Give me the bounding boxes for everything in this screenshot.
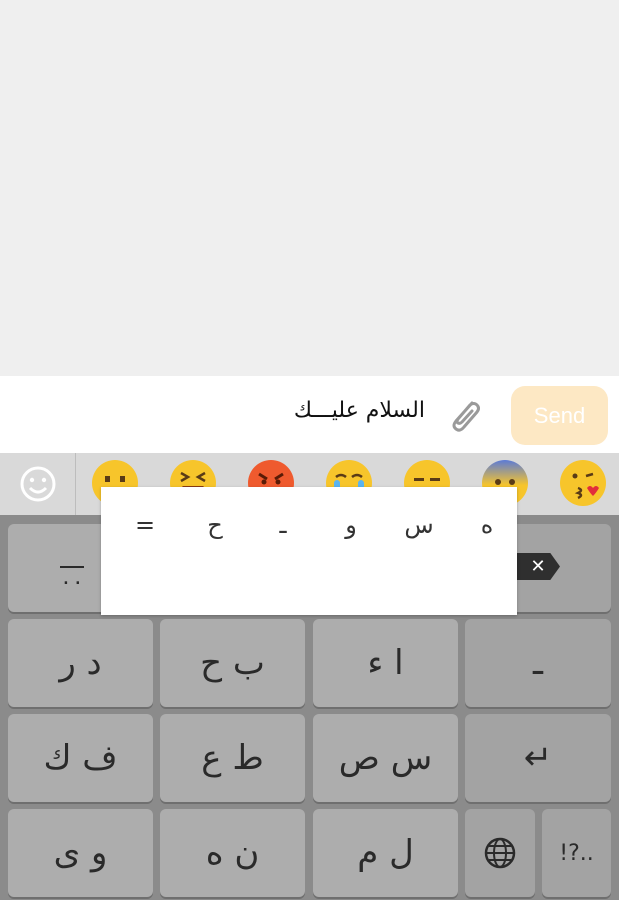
send-button[interactable]: Send [511,386,608,445]
key-waw-ya[interactable]: و ى [8,809,153,897]
paperclip-icon[interactable] [444,393,484,435]
key-nun-ha[interactable]: ن ه [160,809,305,897]
popup-option[interactable]: = [115,505,175,545]
globe-icon [484,837,516,869]
punctuation-key[interactable]: !?.. [542,809,611,897]
key-ba-ha[interactable]: ب ح [160,619,305,707]
key-variants-popup: ه س و ـ ح = [101,487,517,615]
popup-option[interactable]: س [389,505,449,545]
chat-history-area [0,0,619,376]
message-input[interactable] [150,390,425,430]
emoji-kissing-heart[interactable] [558,458,608,508]
key-sin-sad[interactable]: س ص [313,714,458,802]
emoji-toggle-button[interactable] [0,453,76,515]
key-fa-kaf[interactable]: ف ك [8,714,153,802]
popup-option[interactable]: ح [185,505,245,545]
popup-option[interactable]: ه [457,505,517,545]
key-ta-ain[interactable]: ط ع [160,714,305,802]
key-row1-numerals: ٠٠ [60,566,84,595]
popup-option[interactable]: و [321,505,381,545]
key-lam-mim[interactable]: ل م [313,809,458,897]
language-switch-key[interactable] [465,809,535,897]
popup-option[interactable]: ـ [253,505,313,545]
enter-key[interactable]: ↵ [465,714,611,802]
key-dal-ra[interactable]: د ر [8,619,153,707]
key-alif-hamza[interactable]: ا ء [313,619,458,707]
smiley-icon [20,466,55,502]
space-key[interactable]: ـ [465,619,611,707]
